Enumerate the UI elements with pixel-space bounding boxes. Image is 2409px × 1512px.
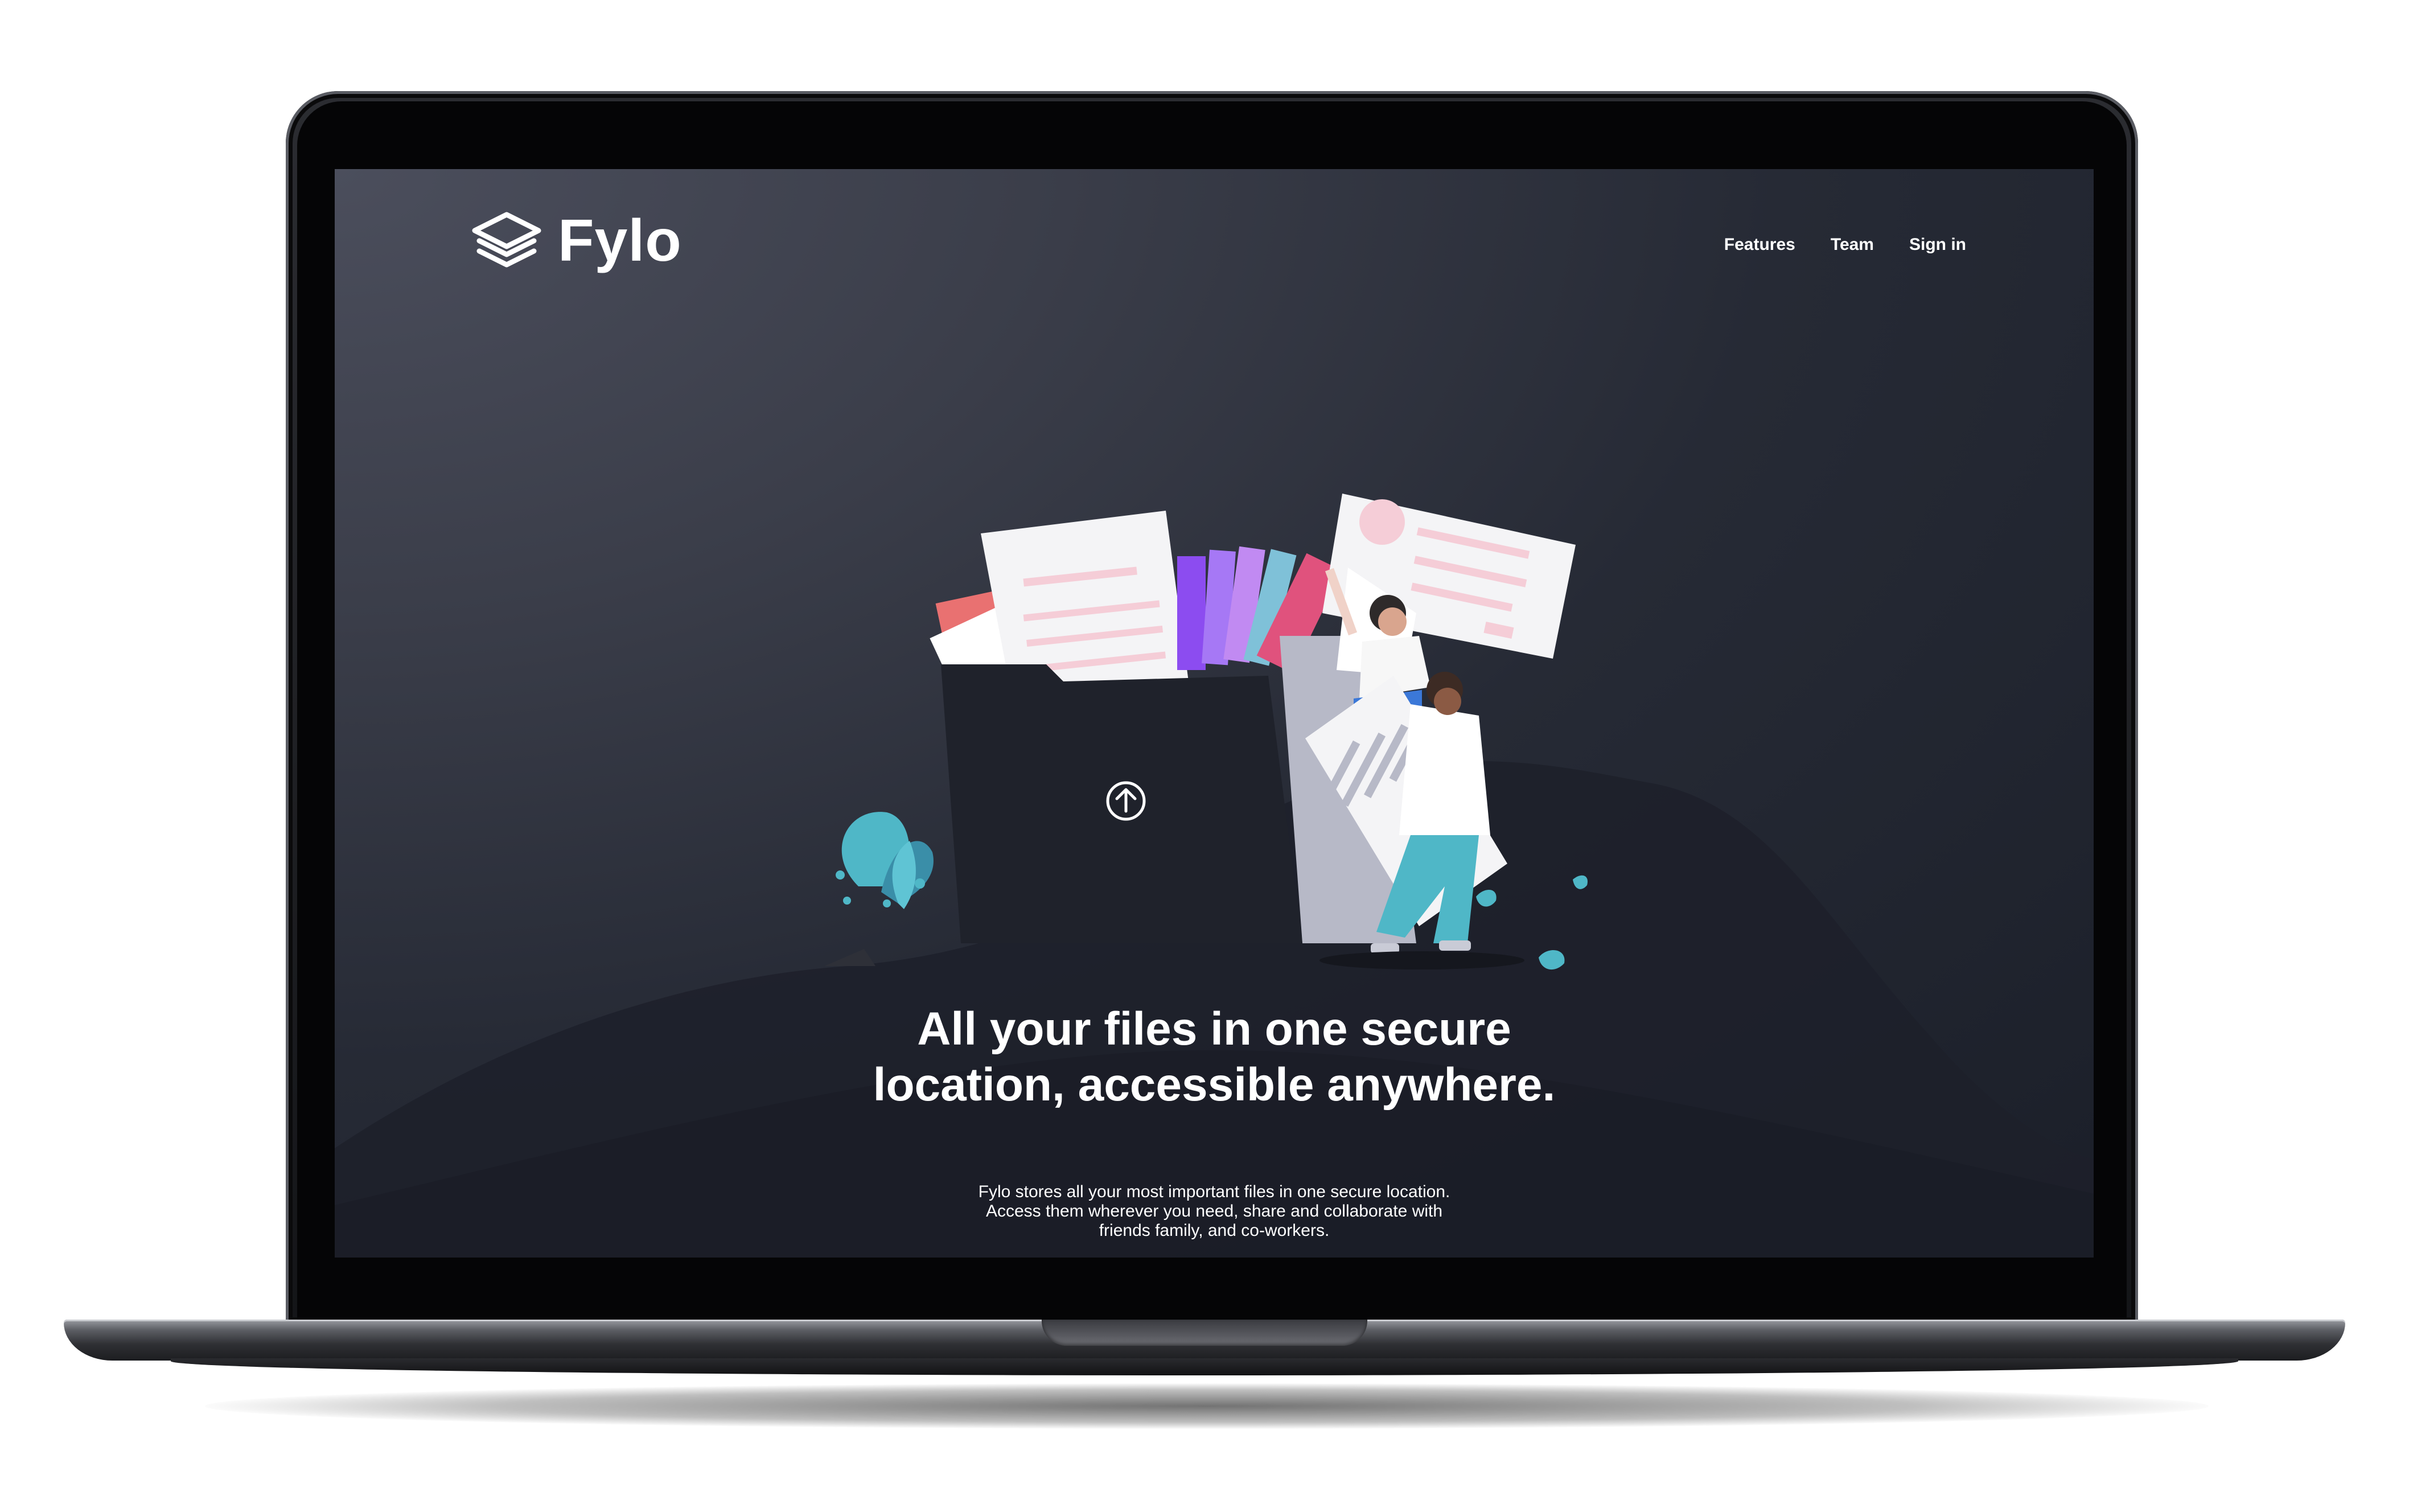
laptop-shadow — [205, 1383, 2209, 1429]
folder-illustration — [941, 664, 1302, 943]
laptop-mockup: Fylo Features Team Sign in All your file… — [0, 0, 2409, 1512]
plant-illustration — [824, 812, 934, 966]
hero-title: All your files in one secure location, a… — [873, 1003, 1556, 1111]
hero-description: Fylo stores all your most important file… — [978, 1182, 1450, 1240]
laptop-screen: Fylo Features Team Sign in All your file… — [335, 169, 2094, 1258]
laptop-base-foot — [171, 1358, 2238, 1375]
laptop-notch — [1042, 1320, 1367, 1346]
